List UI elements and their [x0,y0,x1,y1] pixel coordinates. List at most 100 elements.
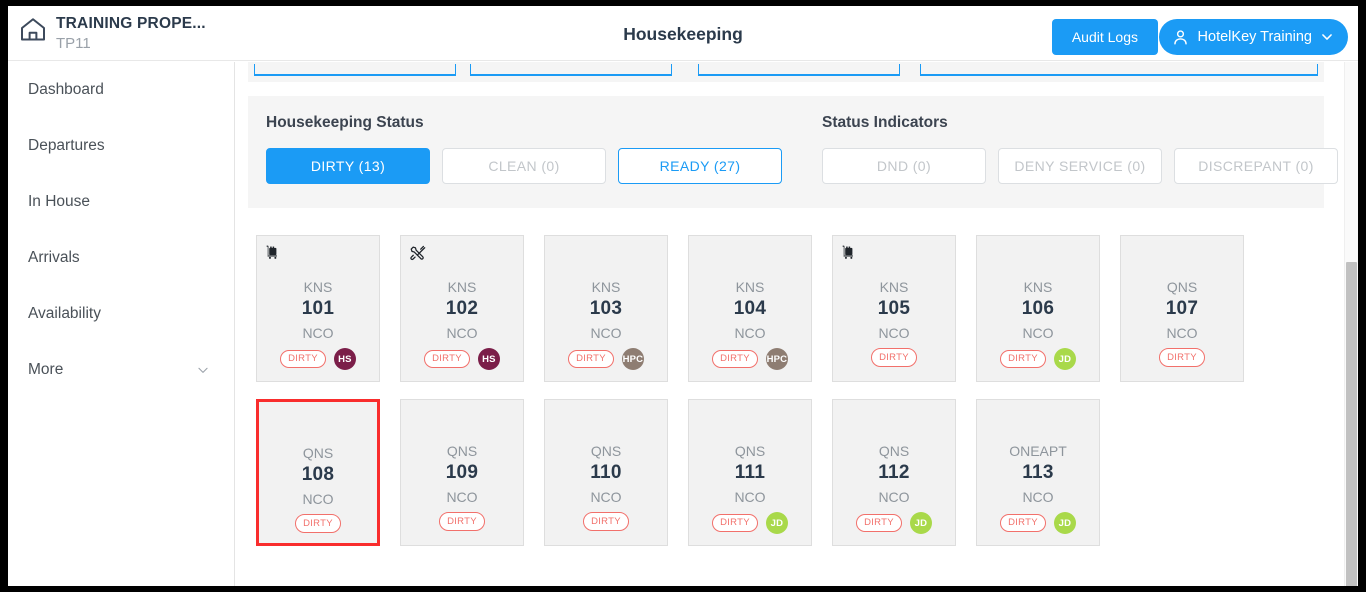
sidebar-item-label: Departures [28,137,105,154]
sidebar-item-arrivals[interactable]: Arrivals [8,230,234,286]
room-occupancy-status: NCO [878,325,910,341]
room-type: QNS [590,443,622,459]
room-card[interactable]: QNS 111 NCO DIRTY JD [688,399,812,546]
status-indicators-group: Status Indicators DND (0) DENY SERVICE (0… [804,96,1338,184]
sidebar-item-in-house[interactable]: In House [8,174,234,230]
room-card[interactable]: KNS 102 NCO DIRTY HS [400,235,524,382]
chevron-down-icon [196,363,210,377]
room-card[interactable]: KNS 106 NCO DIRTY JD [976,235,1100,382]
luggage-cart-icon [265,244,283,262]
hk-chip-ready[interactable]: READY (27) [618,148,782,184]
room-card[interactable]: KNS 103 NCO DIRTY HPC [544,235,668,382]
room-type: QNS [878,443,910,459]
status-badge: DIRTY [439,512,485,531]
property-code: TP11 [56,35,91,53]
room-card[interactable]: KNS 105 NCO DIRTY [832,235,956,382]
filter-input-2[interactable] [470,64,672,76]
room-badges: DIRTY HPC [712,348,788,370]
status-badge: DIRTY [424,349,470,369]
room-card-grid: KNS 101 NCO DIRTY HS KNS 102 NCO DIRTY HS KNS 103 NC… [256,235,1316,563]
sidebar-item-more[interactable]: More [8,342,234,398]
room-occupancy-status: NCO [734,489,766,505]
status-indicators-label: Status Indicators [822,114,948,131]
housekeeping-status-chips: DIRTY (13) CLEAN (0) READY (27) [266,148,782,184]
status-indicator-chips: DND (0) DENY SERVICE (0) DISCREPANT (0) [822,148,1338,184]
audit-logs-button[interactable]: Audit Logs [1051,19,1158,55]
filter-bar-cutoff [248,62,1324,82]
avatar: JD [765,512,788,534]
room-occupancy-status: NCO [1166,325,1198,341]
status-badge: DIRTY [295,514,341,533]
sidebar-item-availability[interactable]: Availability [8,286,234,342]
home-icon [18,15,48,45]
avatar: HPC [621,348,644,370]
room-card[interactable]: QNS 110 NCO DIRTY [544,399,668,546]
sidebar-item-label: Arrivals [28,249,80,266]
sidebar-item-departures[interactable]: Departures [8,118,234,174]
hk-chip-clean[interactable]: CLEAN (0) [442,148,606,184]
room-occupancy-status: NCO [590,325,622,341]
avatar: HS [477,348,500,370]
status-badge: DIRTY [856,513,902,533]
room-badges: DIRTY [439,512,485,531]
sidebar-item-label: More [28,361,64,378]
room-number: 102 [445,298,479,319]
room-type: KNS [591,279,621,295]
room-card[interactable]: QNS 109 NCO DIRTY [400,399,524,546]
room-type: QNS [734,443,766,459]
room-occupancy-status: NCO [878,489,910,505]
property-brand[interactable]: TRAINING PROPE... TP11 [18,10,206,52]
sidebar-item-label: Availability [28,305,101,322]
room-badges: DIRTY JD [712,512,788,534]
status-chip-deny[interactable]: DENY SERVICE (0) [998,148,1162,184]
room-card[interactable]: KNS 104 NCO DIRTY HPC [688,235,812,382]
room-number: 109 [445,462,479,483]
room-occupancy-status: NCO [446,489,478,505]
status-badge: DIRTY [712,513,758,533]
room-badges: DIRTY JD [1000,348,1076,370]
avatar: JD [909,512,932,534]
room-number: 113 [1022,462,1054,483]
room-badges: DIRTY [583,512,629,531]
filter-input-4[interactable] [920,64,1318,76]
housekeeping-status-group: Housekeeping Status DIRTY (13) CLEAN (0) R… [248,96,782,184]
room-number: 108 [301,464,335,485]
room-type: ONEAPT [1009,443,1067,459]
room-occupancy-status: NCO [1022,325,1054,341]
room-card[interactable]: QNS 112 NCO DIRTY JD [832,399,956,546]
sidebar-item-label: Dashboard [28,81,104,98]
housekeeping-status-label: Housekeeping Status [266,114,424,131]
room-card[interactable]: ONEAPT 113 NCO DIRTY JD [976,399,1100,546]
top-header: TRAINING PROPE... TP11 Housekeeping Audi… [8,6,1358,61]
avatar: JD [1053,512,1076,534]
room-number: 110 [590,462,622,483]
room-number: 103 [589,298,623,319]
room-card[interactable]: KNS 101 NCO DIRTY HS [256,235,380,382]
sidebar-item-dashboard[interactable]: Dashboard [8,62,234,118]
room-badges: DIRTY [871,348,917,367]
room-number: 104 [733,298,767,319]
room-occupancy-status: NCO [302,325,334,341]
maintenance-tools-icon [409,244,427,262]
chevron-down-icon [1320,30,1334,44]
main-vertical-scrollbar[interactable] [1344,62,1358,586]
status-chip-dnd[interactable]: DND (0) [822,148,986,184]
sidebar-nav: Dashboard Departures In House Arrivals Avail… [8,62,235,586]
room-occupancy-status: NCO [302,491,334,507]
room-card[interactable]: QNS 107 NCO DIRTY [1120,235,1244,382]
room-type: KNS [303,279,333,295]
room-occupancy-status: NCO [734,325,766,341]
status-badge: DIRTY [1000,513,1046,533]
room-badges: DIRTY HS [280,348,356,370]
filter-input-3[interactable] [698,64,900,76]
room-number: 101 [301,298,335,319]
room-badges: DIRTY [295,514,341,533]
room-occupancy-status: NCO [590,489,622,505]
status-badge: DIRTY [712,349,758,369]
room-card[interactable]: QNS 108 NCO DIRTY [256,399,380,546]
filter-input-1[interactable] [254,64,456,76]
status-chip-discrepant[interactable]: DISCREPANT (0) [1174,148,1338,184]
user-menu-button[interactable]: HotelKey Training [1158,19,1348,55]
scrollbar-thumb[interactable] [1346,262,1357,586]
hk-chip-dirty[interactable]: DIRTY (13) [266,148,430,184]
